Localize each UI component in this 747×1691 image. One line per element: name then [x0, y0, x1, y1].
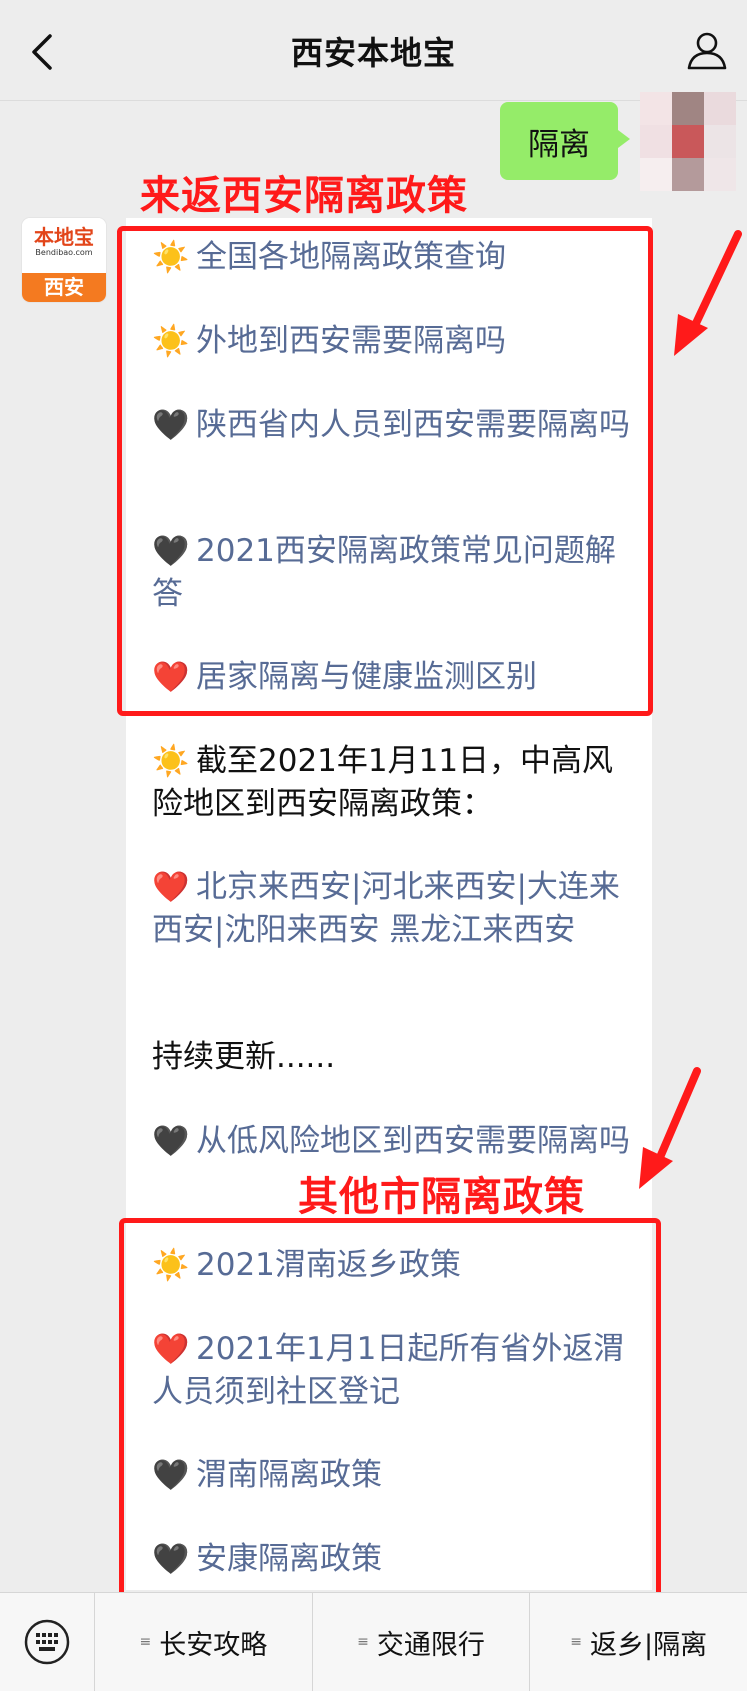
menu-lines-icon: ≡: [139, 1634, 152, 1650]
menu-tab-traffic[interactable]: ≡ 交通限行: [313, 1593, 531, 1691]
black-heart-icon: 🖤: [152, 1124, 190, 1159]
user-profile-icon[interactable]: [685, 28, 729, 72]
avatar-sub-text: Bendibao.com: [35, 248, 93, 257]
link-text[interactable]: 从低风险地区到西安需要隔离吗: [196, 1123, 630, 1159]
menu-lines-icon: ≡: [570, 1634, 582, 1650]
sent-message-text: 隔离: [528, 126, 590, 163]
avatar-city-text: 西安: [22, 273, 106, 302]
link-text[interactable]: 北京来西安|河北来西安|大连来西安|沈阳来西安 黑龙江来西安: [152, 869, 620, 948]
bot-avatar[interactable]: 本地宝 Bendibao.com 西安: [22, 218, 106, 302]
keyboard-toggle[interactable]: [0, 1593, 95, 1691]
notice-text: ☀️ 截至2021年1月11日，中高风险地区到西安隔离政策：: [152, 740, 632, 825]
page-title: 西安本地宝: [290, 34, 456, 72]
menu-tab-return-quarantine[interactable]: ≡ 返乡|隔离: [530, 1593, 747, 1691]
sent-message-bubble[interactable]: 隔离: [500, 102, 630, 180]
my-avatar[interactable]: [640, 92, 736, 192]
red-arrow-icon: [674, 230, 742, 356]
menu-tab-label: 交通限行: [376, 1629, 485, 1661]
annotation-label-other: 其他市隔离政策: [298, 1174, 585, 1220]
keyboard-icon: [24, 1619, 70, 1665]
notice-body: 截至2021年1月11日，中高风险地区到西安隔离政策：: [152, 743, 614, 822]
avatar-logo-text: 本地宝: [34, 225, 94, 249]
red-arrow-icon: [639, 1067, 701, 1189]
city-links[interactable]: ❤️ 北京来西安|河北来西安|大连来西安|沈阳来西安 黑龙江来西安: [152, 866, 632, 951]
sun-icon: ☀️: [152, 744, 190, 779]
menu-tab-changan-guide[interactable]: ≡ 长安攻略: [95, 1593, 313, 1691]
red-heart-icon: ❤️: [152, 870, 190, 905]
menu-tab-label: 长安攻略: [159, 1629, 268, 1661]
bottom-menu-bar: ≡ 长安攻略 ≡ 交通限行 ≡ 返乡|隔离: [0, 1592, 747, 1691]
annotation-box-xian: [117, 226, 653, 716]
menu-tab-label: 返乡|隔离: [589, 1629, 708, 1661]
annotation-box-other: [119, 1218, 661, 1602]
updating-text: 持续更新......: [152, 1039, 336, 1075]
list-item[interactable]: 🖤 从低风险地区到西安需要隔离吗: [152, 1120, 632, 1163]
nav-bar: 西安本地宝: [0, 0, 747, 101]
annotation-label-xian: 来返西安隔离政策: [140, 173, 468, 219]
menu-lines-icon: ≡: [357, 1634, 369, 1650]
